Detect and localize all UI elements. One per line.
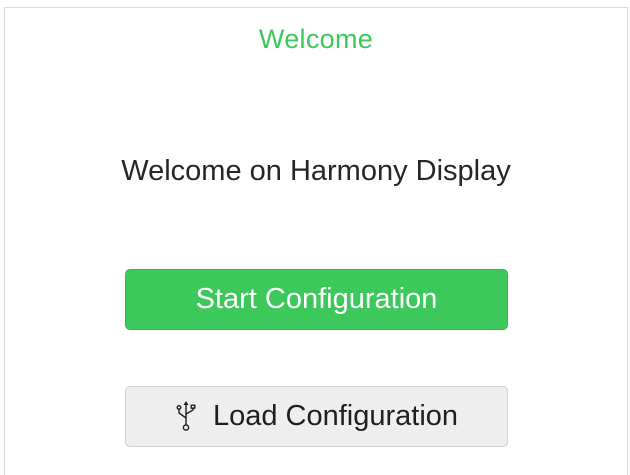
usb-icon (175, 399, 197, 433)
load-configuration-button[interactable]: Load Configuration (125, 386, 508, 447)
load-configuration-label: Load Configuration (212, 400, 459, 432)
start-configuration-label: Start Configuration (195, 283, 438, 315)
start-configuration-button[interactable]: Start Configuration (125, 269, 508, 330)
page-title: Welcome (258, 24, 374, 54)
welcome-panel: Welcome Welcome on Harmony Display Start… (4, 7, 628, 475)
welcome-message: Welcome on Harmony Display (121, 155, 511, 187)
